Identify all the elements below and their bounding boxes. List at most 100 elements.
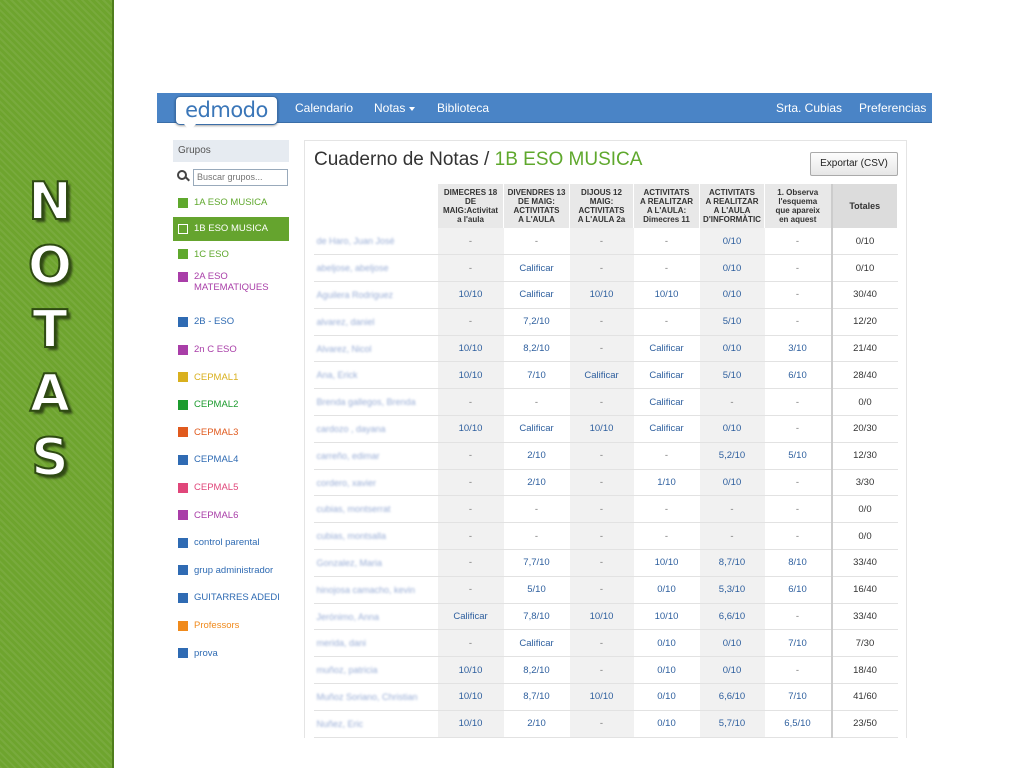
sidebar-group-item[interactable]: 1B ESO MUSICA <box>173 216 289 241</box>
grade-cell[interactable]: - <box>633 442 700 470</box>
grade-cell[interactable]: - <box>764 656 832 685</box>
sidebar-group-item[interactable]: CEPMAL4 <box>173 446 289 474</box>
student-name[interactable]: Jerónimo, Anna <box>313 603 438 631</box>
grade-cell[interactable]: - <box>437 522 504 551</box>
student-name[interactable]: Ana, Erick <box>313 361 438 390</box>
student-name[interactable]: hinojosa camacho, kevin <box>313 576 438 604</box>
grade-cell[interactable]: 7/10 <box>503 361 570 390</box>
grade-cell[interactable]: 5,2/10 <box>699 442 765 470</box>
sidebar-group-item[interactable]: CEPMAL5 <box>173 474 289 502</box>
grade-cell[interactable]: 8,2/10 <box>503 656 570 685</box>
grade-cell[interactable]: 0/10 <box>699 656 765 685</box>
grade-cell[interactable]: - <box>569 335 634 363</box>
grade-cell[interactable]: - <box>633 254 700 283</box>
grade-cell[interactable]: - <box>503 228 570 256</box>
grade-cell[interactable]: 8,7/10 <box>503 683 570 711</box>
grade-cell[interactable]: 0/10 <box>633 576 700 604</box>
grade-cell[interactable]: 10/10 <box>437 281 504 309</box>
nav-notas[interactable]: Notas <box>374 93 416 123</box>
grade-cell[interactable]: 10/10 <box>437 683 504 711</box>
nav-preferencias[interactable]: Preferencias <box>859 93 926 123</box>
grade-cell[interactable]: 5/10 <box>503 576 570 604</box>
sidebar-group-item[interactable]: 2A ESO MATEMATIQUES <box>173 268 289 308</box>
grade-cell[interactable]: - <box>764 254 832 283</box>
grade-cell[interactable]: 5,3/10 <box>699 576 765 604</box>
sidebar-group-item[interactable]: Professors <box>173 612 289 640</box>
grade-cell[interactable]: 0/10 <box>699 254 765 283</box>
grade-cell[interactable]: - <box>437 228 504 256</box>
grade-cell[interactable]: 10/10 <box>569 281 634 309</box>
sidebar-group-item[interactable]: GUITARRES ADEDI <box>173 584 289 612</box>
grade-cell[interactable]: - <box>764 495 832 524</box>
grade-cell[interactable]: 5/10 <box>699 308 765 336</box>
grade-cell[interactable]: - <box>437 469 504 497</box>
grade-cell[interactable]: 10/10 <box>437 415 504 443</box>
edmodo-logo[interactable]: edmodo <box>175 96 278 131</box>
grade-cell[interactable]: - <box>569 656 634 685</box>
student-name[interactable]: cubias, montsalla <box>313 522 438 551</box>
grade-cell[interactable]: - <box>764 308 832 336</box>
assignment-column-header[interactable]: DIJOUS 12 MAIG: ACTIVITATS A L'AULA 2a <box>569 184 634 228</box>
grade-cell[interactable]: 8/10 <box>764 549 832 577</box>
grade-cell[interactable]: 10/10 <box>569 603 634 631</box>
assignment-column-header[interactable]: DIVENDRES 13 DE MAIG: ACTIVITATS A L'AUL… <box>503 184 570 228</box>
sidebar-group-item[interactable]: grup administrador <box>173 557 289 585</box>
grade-cell[interactable]: 10/10 <box>437 335 504 363</box>
grade-cell[interactable]: - <box>569 549 634 577</box>
grade-cell[interactable]: 2/10 <box>503 469 570 497</box>
assignment-column-header[interactable]: ACTIVITATS A REALITZAR A L'AULA: Dimecre… <box>633 184 700 228</box>
grade-cell[interactable]: 2/10 <box>503 710 570 738</box>
grade-cell[interactable]: - <box>569 495 634 524</box>
grade-cell[interactable]: - <box>569 469 634 497</box>
search-groups-input[interactable] <box>193 168 288 186</box>
grade-cell[interactable]: Calificar <box>503 281 570 309</box>
sidebar-group-item[interactable]: CEPMAL1 <box>173 363 289 391</box>
grade-cell[interactable]: Calificar <box>633 361 700 390</box>
grade-cell[interactable]: 6/10 <box>764 576 832 604</box>
student-name[interactable]: carreño, edimar <box>313 442 438 470</box>
grade-cell[interactable]: Calificar <box>569 361 634 390</box>
sidebar-group-item[interactable]: CEPMAL6 <box>173 501 289 529</box>
grade-cell[interactable]: 0/10 <box>699 469 765 497</box>
grade-cell[interactable]: 8,2/10 <box>503 335 570 363</box>
grade-cell[interactable]: - <box>699 522 765 551</box>
grade-cell[interactable]: Calificar <box>633 388 700 417</box>
student-name[interactable]: alvarez, daniel <box>313 308 438 336</box>
assignment-column-header[interactable]: ACTIVITATS A REALITZAR A L'AULA D'INFORM… <box>699 184 765 228</box>
grade-cell[interactable]: - <box>764 281 832 309</box>
sidebar-group-item[interactable]: 2B - ESO <box>173 308 289 336</box>
grade-cell[interactable]: 10/10 <box>633 549 700 577</box>
grade-cell[interactable]: - <box>633 522 700 551</box>
sidebar-group-item[interactable]: 1A ESO MUSICA <box>173 189 289 217</box>
student-name[interactable]: cordero, xavier <box>313 469 438 497</box>
grade-cell[interactable]: - <box>569 522 634 551</box>
sidebar-group-item[interactable]: CEPMAL3 <box>173 419 289 447</box>
grade-cell[interactable]: 1/10 <box>633 469 700 497</box>
grade-cell[interactable]: - <box>764 415 832 443</box>
grade-cell[interactable]: - <box>569 710 634 738</box>
student-name[interactable]: abeljose, abeljose <box>313 254 438 283</box>
grade-cell[interactable]: 10/10 <box>437 361 504 390</box>
nav-biblioteca[interactable]: Biblioteca <box>437 93 489 123</box>
grade-cell[interactable]: 7/10 <box>764 629 832 658</box>
grade-cell[interactable]: - <box>764 228 832 256</box>
grade-cell[interactable]: 10/10 <box>437 710 504 738</box>
grade-cell[interactable]: 10/10 <box>437 656 504 685</box>
grade-cell[interactable]: - <box>569 576 634 604</box>
student-name[interactable]: Brenda gallegos, Brenda <box>313 388 438 417</box>
grade-cell[interactable]: 10/10 <box>569 415 634 443</box>
grade-cell[interactable]: - <box>437 308 504 336</box>
grade-cell[interactable]: - <box>437 254 504 283</box>
grade-cell[interactable]: 8,7/10 <box>699 549 765 577</box>
user-menu[interactable]: Srta. Cubias <box>776 93 842 123</box>
grade-cell[interactable]: 10/10 <box>633 603 700 631</box>
grade-cell[interactable]: 7/10 <box>764 683 832 711</box>
grade-cell[interactable]: - <box>699 388 765 417</box>
grade-cell[interactable]: - <box>437 442 504 470</box>
grade-cell[interactable]: 0/10 <box>633 710 700 738</box>
sidebar-group-item[interactable]: 1C ESO <box>173 241 289 269</box>
grade-cell[interactable]: - <box>764 603 832 631</box>
sidebar-group-item[interactable]: 2n C ESO <box>173 336 289 364</box>
grade-cell[interactable]: 7,2/10 <box>503 308 570 336</box>
grade-cell[interactable]: 10/10 <box>633 281 700 309</box>
